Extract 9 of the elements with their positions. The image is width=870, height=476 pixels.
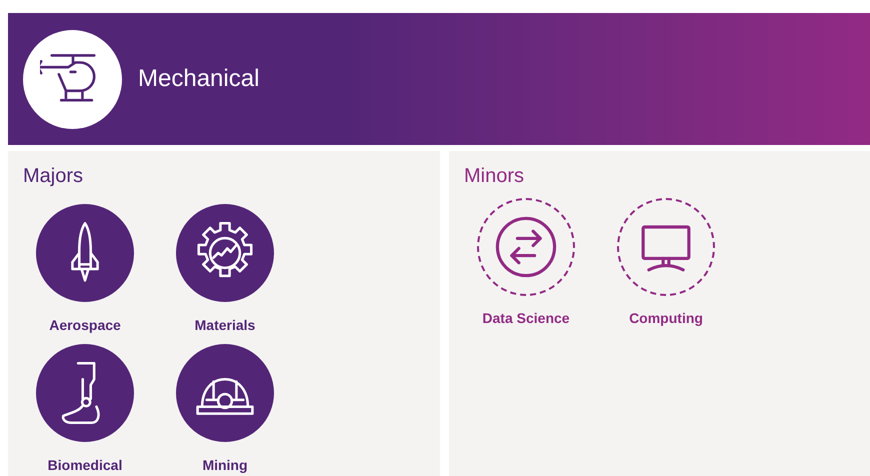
item-label[interactable]: Mining bbox=[202, 455, 248, 476]
item-label[interactable]: Materials bbox=[194, 315, 256, 336]
item-label[interactable]: Data Science bbox=[482, 308, 570, 329]
page-title: Mechanical bbox=[138, 64, 260, 94]
item-label[interactable]: Computing bbox=[629, 308, 703, 329]
item-label[interactable]: Biomedical bbox=[48, 455, 122, 476]
section-heading: Minors bbox=[464, 164, 526, 188]
section-heading: Majors bbox=[23, 164, 84, 188]
item-label[interactable]: Aerospace bbox=[49, 315, 121, 336]
